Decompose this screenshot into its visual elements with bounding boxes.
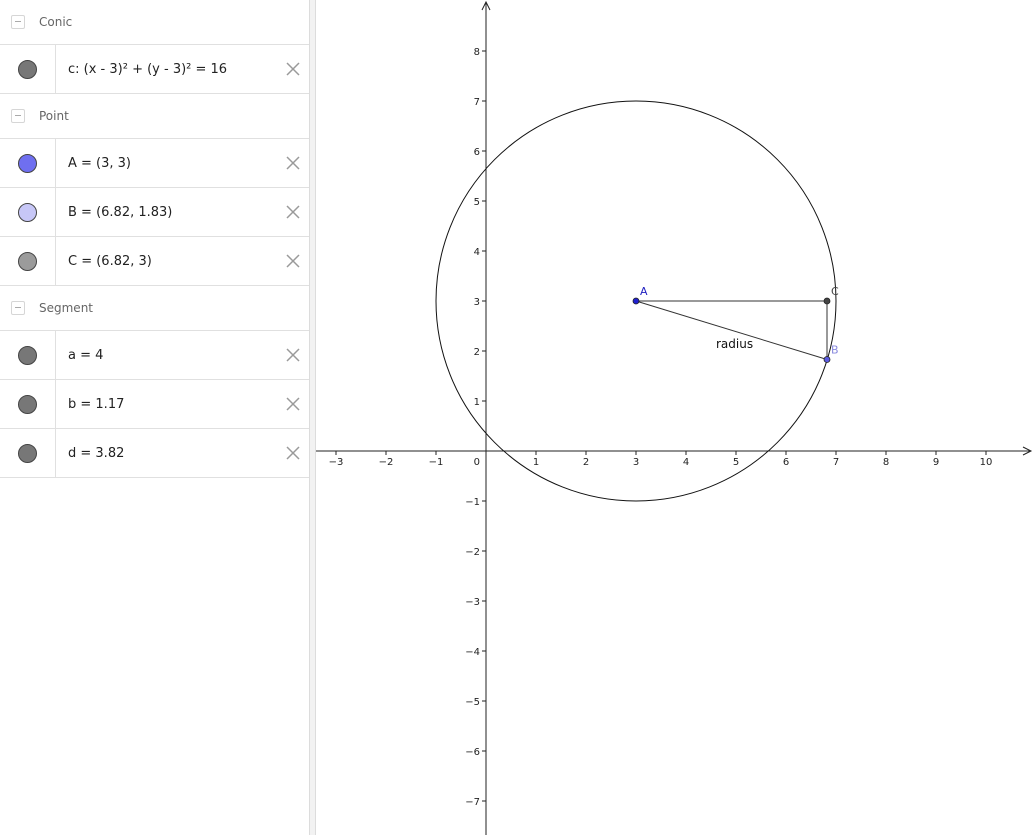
algebra-item-text[interactable]: b = 1.17 [56, 397, 283, 412]
point-a[interactable] [632, 297, 640, 305]
point-b[interactable] [823, 356, 831, 363]
y-tick-label: 4 [474, 247, 480, 258]
visibility-marble-icon[interactable] [18, 345, 37, 365]
algebra-item-text[interactable]: A = (3, 3) [56, 156, 283, 171]
delete-icon[interactable] [283, 153, 303, 173]
delete-icon[interactable] [283, 345, 303, 365]
algebra-item[interactable]: B = (6.82, 1.83) [0, 187, 309, 236]
point-label-a: A [640, 285, 648, 298]
collapse-minus-icon[interactable] [11, 15, 25, 29]
x-tick-label: 4 [683, 457, 689, 468]
delete-icon[interactable] [283, 59, 303, 79]
y-tick-label: −7 [465, 797, 480, 808]
visibility-marble-icon[interactable] [18, 251, 37, 271]
visibility-marble-icon[interactable] [18, 202, 37, 222]
visibility-toggle[interactable] [0, 139, 56, 187]
y-tick-label: 7 [474, 97, 480, 108]
x-tick-label: 9 [933, 457, 939, 468]
y-tick-label: −2 [465, 547, 480, 558]
algebra-item-text[interactable]: d = 3.82 [56, 446, 283, 461]
collapse-minus-icon[interactable] [11, 301, 25, 315]
visibility-toggle[interactable] [0, 380, 56, 428]
algebra-view: Conic c: (x - 3)² + (y - 3)² = 16 Point A =… [0, 0, 309, 835]
visibility-toggle[interactable] [0, 331, 56, 379]
x-tick-label: 2 [583, 457, 589, 468]
algebra-item-text[interactable]: C = (6.82, 3) [56, 254, 283, 269]
x-tick-label: 1 [533, 457, 539, 468]
point-label-b: B [831, 344, 839, 357]
x-tick-label: 10 [980, 457, 993, 468]
delete-icon[interactable] [283, 202, 303, 222]
y-tick-label: 3 [474, 297, 480, 308]
visibility-marble-icon[interactable] [18, 153, 37, 173]
point-c[interactable] [823, 297, 831, 305]
algebra-item[interactable]: C = (6.82, 3) [0, 236, 309, 286]
x-tick-label: 8 [883, 457, 889, 468]
x-tick-label: 7 [833, 457, 839, 468]
visibility-toggle[interactable] [0, 429, 56, 477]
graphics-canvas[interactable]: −3 −2 −1 1 2 3 4 5 6 7 8 9 10 8 7 6 5 4 3 2 1 −1 −2 −3 −4 −5 −6 −7 0… [316, 0, 1033, 835]
visibility-marble-icon[interactable] [18, 59, 37, 79]
y-tick-label: 1 [474, 397, 480, 408]
algebra-item[interactable]: A = (3, 3) [0, 138, 309, 187]
x-tick-label: −3 [329, 457, 344, 468]
graphics-view[interactable]: −3 −2 −1 1 2 3 4 5 6 7 8 9 10 8 7 6 5 4 3 2 1 −1 −2 −3 −4 −5 −6 −7 0… [316, 0, 1033, 835]
y-tick-label: −1 [465, 497, 480, 508]
y-tick-label: −5 [465, 697, 480, 708]
algebra-item[interactable]: c: (x - 3)² + (y - 3)² = 16 [0, 44, 309, 94]
y-tick-label: −3 [465, 597, 480, 608]
x-tick-label: 6 [783, 457, 789, 468]
algebra-item-text[interactable]: a = 4 [56, 348, 283, 363]
visibility-toggle[interactable] [0, 188, 56, 236]
origin-label: 0 [474, 457, 480, 468]
group-header-conic: Conic [0, 0, 309, 44]
group-label: Segment [39, 301, 93, 315]
algebra-item-text[interactable]: B = (6.82, 1.83) [56, 205, 283, 220]
visibility-marble-icon[interactable] [18, 394, 37, 414]
view-splitter[interactable] [309, 0, 316, 835]
group-header-point: Point [0, 94, 309, 138]
algebra-item-text[interactable]: c: (x - 3)² + (y - 3)² = 16 [56, 62, 283, 77]
y-tick-label: 5 [474, 197, 480, 208]
algebra-item[interactable]: a = 4 [0, 330, 309, 379]
x-tick-label: −2 [379, 457, 394, 468]
algebra-item[interactable]: d = 3.82 [0, 428, 309, 478]
segment-caption: radius [716, 337, 753, 351]
x-tick-label: −1 [429, 457, 444, 468]
delete-icon[interactable] [283, 251, 303, 271]
visibility-toggle[interactable] [0, 45, 56, 93]
y-tick-label: −4 [465, 647, 480, 658]
y-tick-label: 6 [474, 147, 480, 158]
y-tick-label: 2 [474, 347, 480, 358]
group-header-segment: Segment [0, 286, 309, 330]
visibility-marble-icon[interactable] [18, 443, 37, 463]
group-label: Point [39, 109, 69, 123]
x-tick-label: 5 [733, 457, 739, 468]
delete-icon[interactable] [283, 394, 303, 414]
visibility-toggle[interactable] [0, 237, 56, 285]
point-label-c: C [831, 285, 839, 298]
algebra-item[interactable]: b = 1.17 [0, 379, 309, 428]
y-tick-label: 8 [474, 47, 480, 58]
y-tick-label: −6 [465, 747, 480, 758]
delete-icon[interactable] [283, 443, 303, 463]
collapse-minus-icon[interactable] [11, 109, 25, 123]
x-tick-label: 3 [633, 457, 639, 468]
group-label: Conic [39, 15, 73, 29]
